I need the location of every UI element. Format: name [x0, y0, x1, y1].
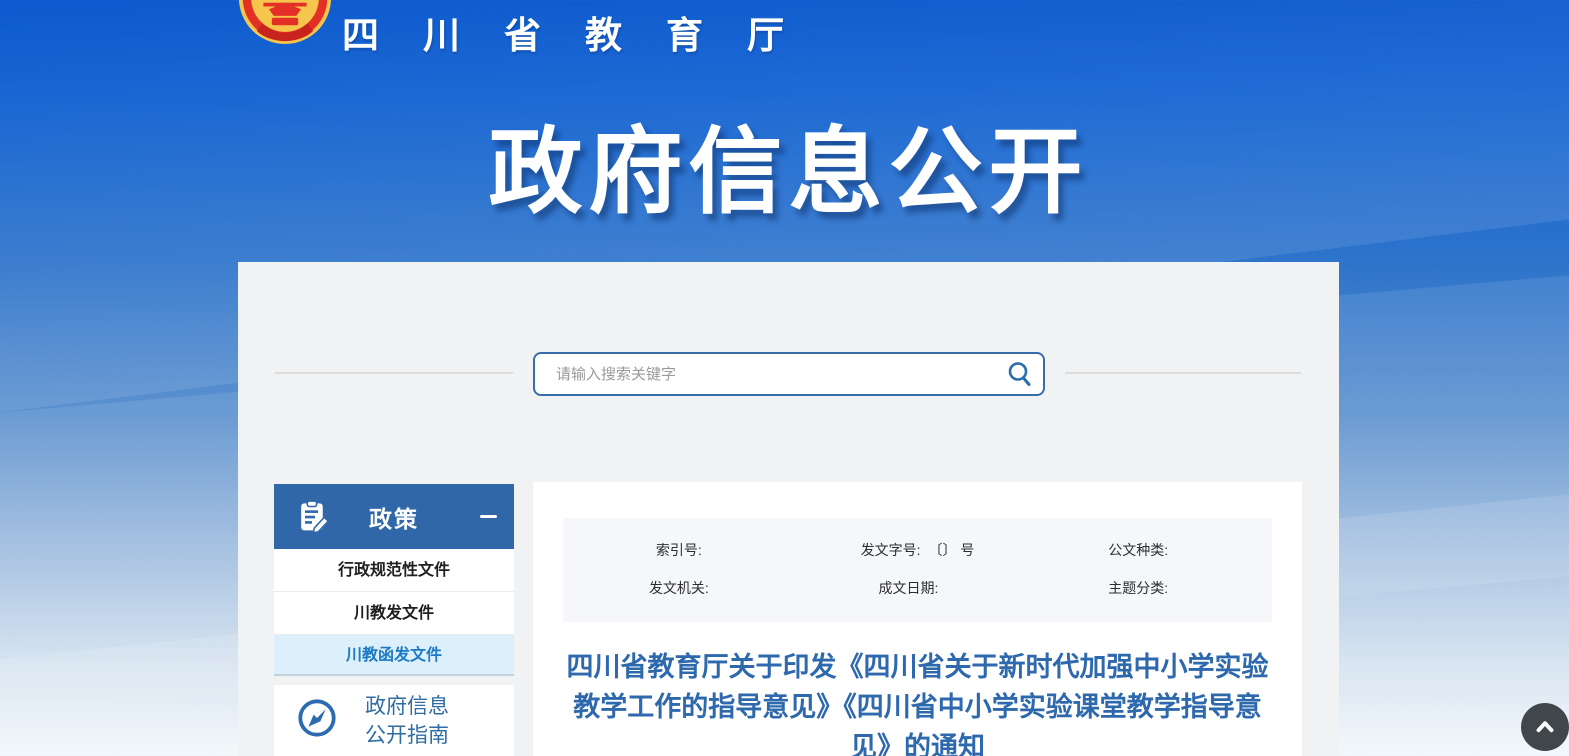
search-input[interactable]	[535, 366, 997, 383]
sidebar-policy-title: 政策	[369, 500, 419, 534]
sidebar-section-guide[interactable]: 政府信息公开指南	[274, 685, 514, 756]
meta-index-number: 索引号:	[573, 540, 803, 560]
meta-label: 发文机关:	[649, 578, 709, 598]
meta-value	[717, 578, 727, 598]
meta-issuing-agency: 发文机关:	[573, 578, 803, 598]
meta-document-number: 发文字号: 〔〕 号	[803, 540, 1033, 560]
sidebar-item-chuanjiaohanfa-wenjian[interactable]: 川教函发文件	[274, 635, 514, 676]
meta-value	[946, 578, 956, 598]
sidebar-section-policy[interactable]: 政策	[274, 484, 514, 549]
sidebar-gap	[274, 676, 514, 685]
meta-label: 索引号:	[656, 540, 702, 560]
search-box	[533, 352, 1045, 396]
meta-label: 发文字号:	[861, 540, 921, 560]
meta-value	[710, 540, 720, 560]
chevron-up-icon	[1532, 714, 1558, 740]
site-name[interactable]: 四川省教育厅	[342, 5, 828, 59]
search-icon	[1006, 360, 1034, 388]
page-title: 政府信息公开	[238, 96, 1339, 232]
divider-line	[1065, 372, 1301, 374]
back-to-top-button[interactable]	[1521, 703, 1569, 751]
compass-icon	[296, 697, 338, 744]
sidebar-menu: 行政规范性文件 川教发文件 川教函发文件	[274, 549, 514, 676]
national-emblem-graphic	[238, 0, 332, 46]
meta-issue-date: 成文日期:	[803, 578, 1033, 598]
policy-clipboard-icon	[295, 498, 332, 540]
meta-value	[1176, 578, 1186, 598]
content-panel: 政策 行政规范性文件 川教发文件 川教函发文件 政府信息公开指南 索引号:	[238, 262, 1339, 756]
meta-label: 成文日期:	[879, 578, 939, 598]
sidebar-item-chuanjiaofa-wenjian[interactable]: 川教发文件	[274, 592, 514, 635]
meta-value: 〔〕 号	[928, 540, 974, 560]
document-meta-box: 索引号: 发文字号: 〔〕 号 公文种类: 发文机关: 成文日期: 主题分类:	[563, 518, 1272, 622]
sidebar-item-xingzheng-guifanxing-wenjian[interactable]: 行政规范性文件	[274, 549, 514, 592]
national-emblem-icon[interactable]	[238, 0, 332, 46]
search-button[interactable]	[997, 354, 1043, 394]
sidebar-guide-title: 政府信息公开指南	[365, 692, 457, 750]
sidebar: 政策 行政规范性文件 川教发文件 川教函发文件 政府信息公开指南	[274, 484, 514, 756]
divider-line	[275, 372, 513, 374]
minus-icon[interactable]	[480, 515, 497, 518]
meta-subject-category: 主题分类:	[1032, 578, 1262, 598]
meta-label: 公文种类:	[1108, 540, 1168, 560]
document-card: 索引号: 发文字号: 〔〕 号 公文种类: 发文机关: 成文日期: 主题分类:	[533, 482, 1302, 756]
meta-document-type: 公文种类:	[1032, 540, 1262, 560]
meta-label: 主题分类:	[1108, 578, 1168, 598]
document-title: 四川省教育厅关于印发《四川省关于新时代加强中小学实验教学工作的指导意见》《四川省…	[557, 647, 1279, 756]
meta-value	[1176, 540, 1186, 560]
